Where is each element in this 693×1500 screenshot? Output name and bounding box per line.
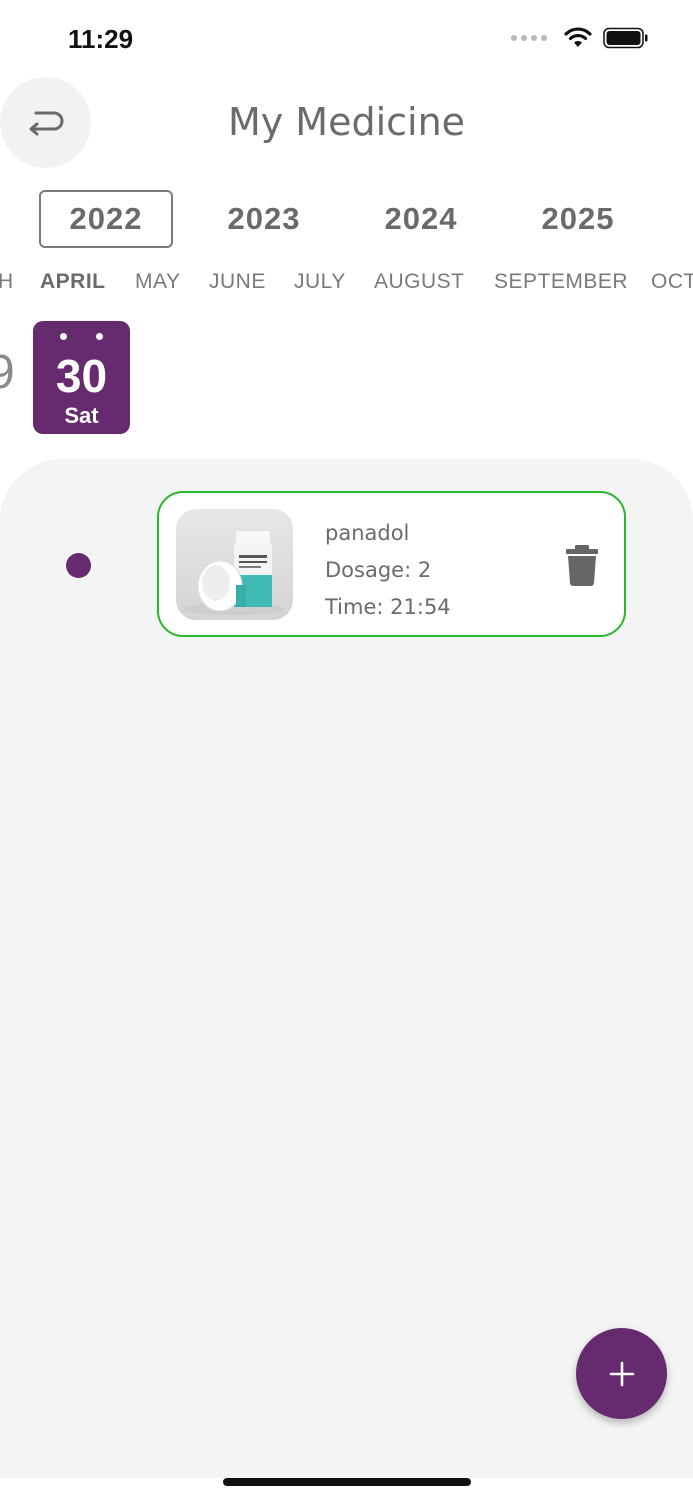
medicine-details: panadol Dosage: 2 Time: 21:54 (325, 515, 451, 626)
medicine-image (176, 509, 293, 620)
month-july[interactable]: JULY (294, 270, 346, 294)
timeline-dot (66, 553, 91, 578)
medicine-card[interactable]: panadol Dosage: 2 Time: 21:54 (157, 491, 626, 637)
day-number: 30 (55, 350, 108, 402)
signal-dots-icon (511, 35, 547, 41)
month-october-partial[interactable]: OCT (651, 270, 693, 294)
year-2024[interactable]: 2024 (354, 190, 488, 248)
month-april[interactable]: APRIL (40, 270, 106, 294)
month-june[interactable]: JUNE (209, 270, 266, 294)
plus-icon (609, 1361, 634, 1386)
month-august[interactable]: AUGUST (374, 270, 465, 294)
year-2023[interactable]: 2023 (197, 190, 331, 248)
trash-icon (566, 545, 598, 586)
status-bar: 11:29 (0, 0, 693, 80)
page-title: My Medicine (227, 100, 466, 144)
delete-button[interactable] (564, 544, 600, 586)
calendar-ring-icon (96, 333, 103, 340)
medicine-time: Time: 21:54 (325, 595, 451, 619)
year-2022[interactable]: 2022 (39, 190, 173, 248)
medicine-name: panadol (325, 521, 410, 545)
day-name: Sat (64, 403, 99, 428)
add-medicine-button[interactable] (576, 1328, 667, 1419)
month-selector: H APRIL MAY JUNE JULY AUGUST SEPTEMBER O… (0, 270, 693, 300)
month-march-partial[interactable]: H (0, 270, 14, 294)
calendar-ring-icon (60, 333, 67, 340)
battery-icon (603, 27, 648, 49)
wifi-icon (564, 27, 592, 47)
month-may[interactable]: MAY (135, 270, 180, 294)
status-icons (511, 27, 649, 49)
year-2025[interactable]: 2025 (511, 190, 645, 248)
status-time: 11:29 (68, 24, 134, 54)
day-29-partial[interactable]: 9 (0, 345, 15, 400)
selected-day-card[interactable]: 30 Sat (33, 321, 130, 434)
month-september[interactable]: SEPTEMBER (494, 270, 628, 294)
medicine-dosage: Dosage: 2 (325, 558, 432, 582)
home-indicator[interactable] (223, 1478, 471, 1486)
year-selector: 2022 2023 2024 2025 (0, 190, 693, 250)
